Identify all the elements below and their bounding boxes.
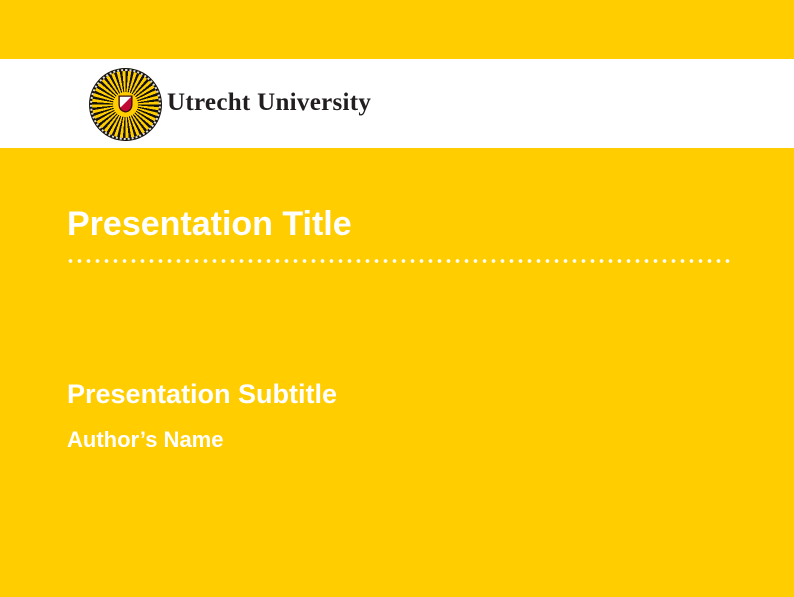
- slide-title: Presentation Title: [67, 207, 352, 241]
- university-wordmark: Utrecht University: [167, 90, 371, 115]
- presentation-slide: Utrecht University Presentation Title Pr…: [0, 0, 794, 597]
- title-dotted-divider: [66, 258, 730, 264]
- header-band: Utrecht University: [0, 59, 794, 148]
- top-yellow-band: [0, 0, 794, 59]
- utrecht-shield-icon: [118, 95, 133, 113]
- slide-subtitle: Presentation Subtitle: [67, 381, 337, 408]
- author-name: Author’s Name: [67, 429, 223, 451]
- utrecht-university-logo-icon: [89, 68, 162, 141]
